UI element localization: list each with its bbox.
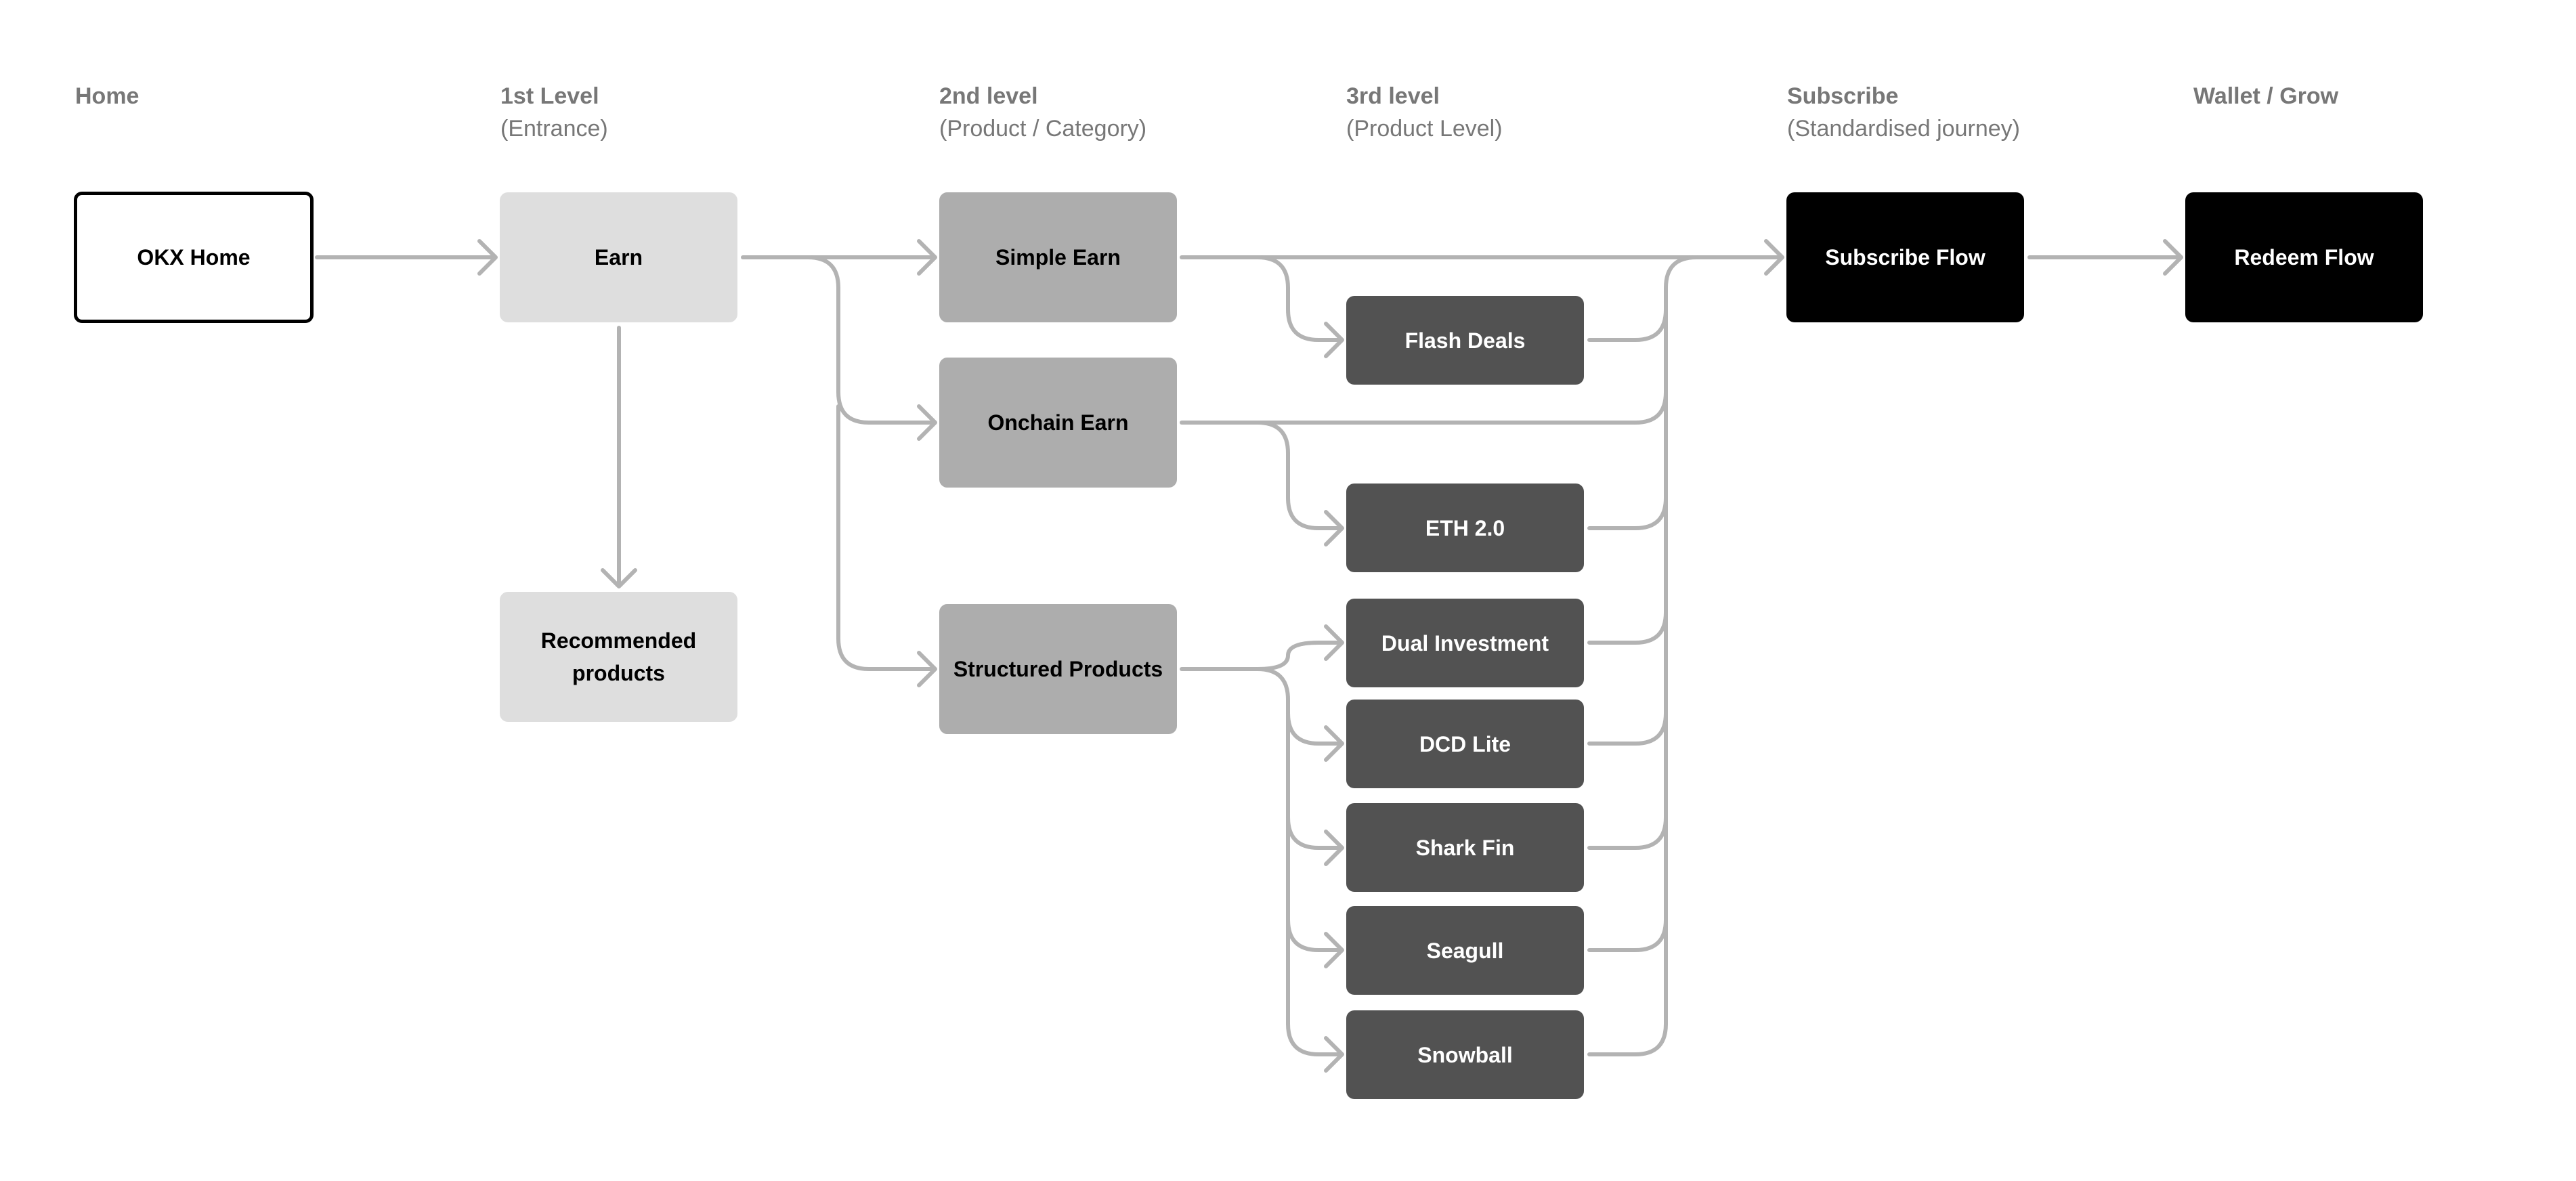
column-title: 1st Level <box>500 83 599 109</box>
edge-dual-investment-subscribe <box>1587 610 1668 645</box>
node-label: DCD Lite <box>1419 731 1511 756</box>
arrowhead-icon <box>917 239 937 276</box>
arrowhead-icon <box>1324 624 1344 661</box>
node-simple-earn[interactable]: Simple Earn <box>939 192 1177 322</box>
column-title: 2nd level <box>939 83 1038 109</box>
column-subtitle: (Product Level) <box>1346 116 1503 142</box>
node-label: Shark Fin <box>1415 835 1515 860</box>
arrowhead-icon <box>1324 510 1344 546</box>
edge-onchain-eth2 <box>1255 421 1343 530</box>
edge-onchain-merge <box>1633 390 1668 425</box>
node-flash-deals[interactable]: Flash Deals <box>1346 296 1584 385</box>
node-okx-home[interactable]: OKX Home <box>74 192 314 323</box>
edge-eth2-subscribe <box>1587 496 1668 530</box>
arrowhead-icon <box>2163 239 2183 276</box>
node-label: Earn <box>594 245 643 270</box>
edge-structured-dual-investment <box>1255 641 1343 671</box>
arrowhead-icon <box>1764 239 1784 276</box>
column-subtitle: (Standardised journey) <box>1787 116 2020 142</box>
column-header-level2: 2nd level (Product / Category) <box>939 80 1146 145</box>
edge-snowball-subscribe <box>1587 1022 1668 1056</box>
node-label: Dual Investment <box>1381 630 1549 656</box>
merge-trunk <box>1664 255 1698 1026</box>
edge-structured-snowball <box>1286 1022 1343 1056</box>
node-label: Subscribe Flow <box>1825 245 1985 270</box>
edge-seagull-subscribe <box>1587 918 1668 952</box>
node-redeem-flow[interactable]: Redeem Flow <box>2185 192 2423 322</box>
edge-structured-dcd-lite <box>1286 711 1343 746</box>
column-header-level1: 1st Level (Entrance) <box>500 80 608 145</box>
arrowhead-icon <box>477 239 498 276</box>
column-subtitle: (Entrance) <box>500 116 608 142</box>
column-header-home: Home <box>75 80 139 112</box>
arrowhead-icon <box>1324 932 1344 968</box>
arrowhead-icon <box>601 568 637 588</box>
edge-earn-onchain-earn <box>806 255 936 425</box>
arrowhead-icon <box>1324 830 1344 866</box>
arrowhead-icon <box>917 404 937 441</box>
flow-diagram: Home 1st Level (Entrance) 2nd level (Pro… <box>0 0 2576 1181</box>
edge-structured-seagull <box>1286 918 1343 952</box>
node-label: Seagull <box>1426 938 1504 963</box>
node-subscribe-flow[interactable]: Subscribe Flow <box>1786 192 2024 322</box>
node-label: ETH 2.0 <box>1425 515 1505 540</box>
column-title: Subscribe <box>1787 83 1899 109</box>
node-label: Onchain Earn <box>987 410 1129 435</box>
node-onchain-earn[interactable]: Onchain Earn <box>939 358 1177 488</box>
column-header-wallet: Wallet / Grow <box>2193 80 2338 112</box>
node-structured-products[interactable]: Structured Products <box>939 604 1177 734</box>
edge-structured-shark-fin <box>1286 815 1343 850</box>
node-dual-investment[interactable]: Dual Investment <box>1346 599 1584 687</box>
arrowhead-icon <box>1324 725 1344 762</box>
node-recommended-products[interactable]: Recommended products <box>500 592 737 722</box>
edge-shark-fin-subscribe <box>1587 815 1668 850</box>
connector-layer <box>315 239 2183 1073</box>
node-snowball[interactable]: Snowball <box>1346 1010 1584 1099</box>
node-label: Recommended products <box>540 628 697 685</box>
node-earn[interactable]: Earn <box>500 192 737 322</box>
edge-structured-trunk-down <box>1255 667 1290 1026</box>
node-shark-fin[interactable]: Shark Fin <box>1346 803 1584 892</box>
edge-simple-earn-flash-deals <box>1255 255 1343 342</box>
column-title: Wallet / Grow <box>2193 83 2339 109</box>
arrowhead-icon <box>1324 322 1344 358</box>
column-header-level3: 3rd level (Product Level) <box>1346 80 1503 145</box>
edge-dcd-lite-subscribe <box>1587 711 1668 746</box>
arrowhead-icon <box>917 651 937 687</box>
column-title: 3rd level <box>1346 83 1440 109</box>
node-label: Structured Products <box>953 657 1163 681</box>
node-label: Snowball <box>1417 1042 1513 1067</box>
column-header-subscribe: Subscribe (Standardised journey) <box>1787 80 2020 145</box>
arrowhead-icon <box>1324 1036 1344 1073</box>
node-eth2[interactable]: ETH 2.0 <box>1346 484 1584 572</box>
node-dcd-lite[interactable]: DCD Lite <box>1346 700 1584 788</box>
node-seagull[interactable]: Seagull <box>1346 906 1584 995</box>
node-label: OKX Home <box>137 245 251 270</box>
edge-earn-structured <box>836 404 936 671</box>
column-subtitle: (Product / Category) <box>939 116 1147 142</box>
node-label: Flash Deals <box>1404 328 1526 353</box>
node-label: Simple Earn <box>995 245 1121 270</box>
column-title: Home <box>75 83 139 109</box>
edge-flash-deals-subscribe <box>1587 307 1668 342</box>
node-label: Redeem Flow <box>2234 245 2374 270</box>
